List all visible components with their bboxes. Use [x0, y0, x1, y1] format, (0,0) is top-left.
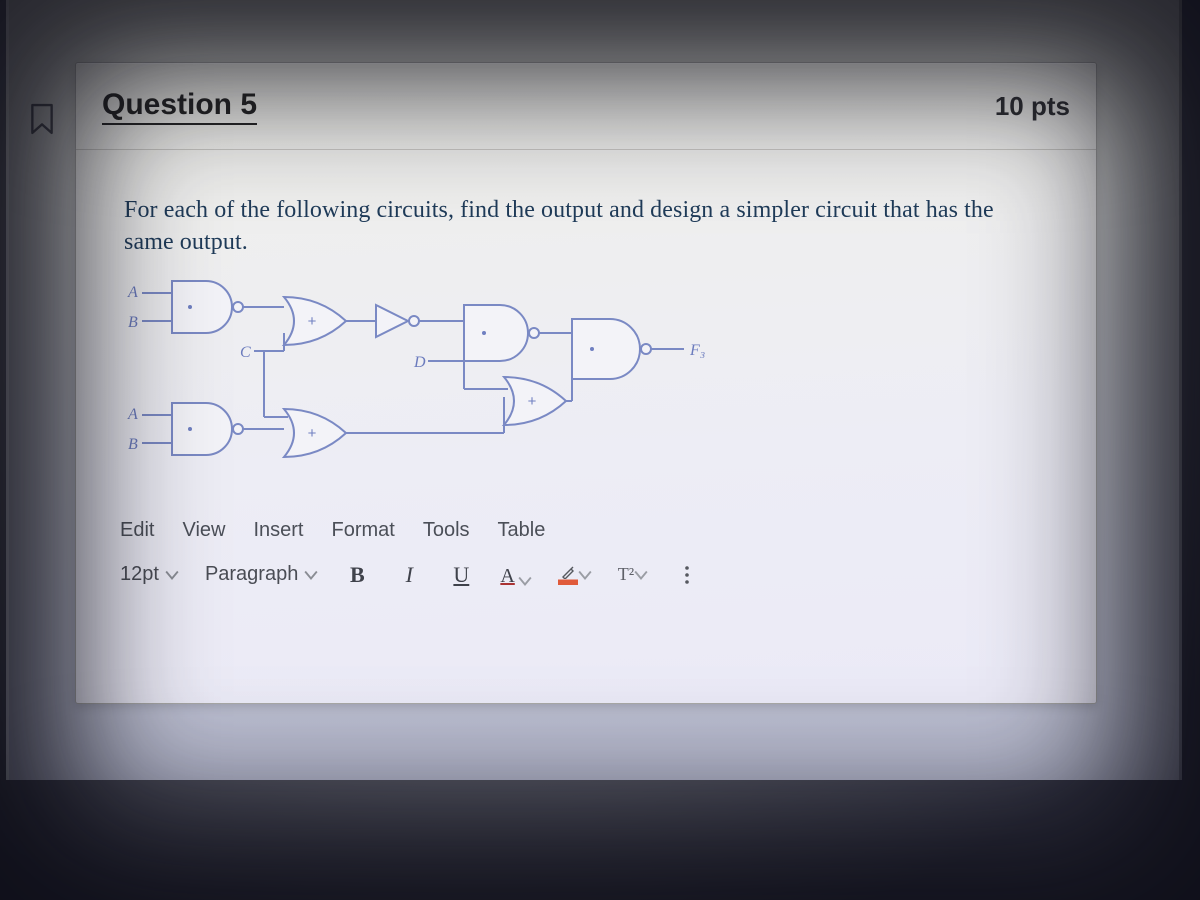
superscript-label: T² [618, 564, 634, 585]
text-color-label: A [500, 565, 514, 588]
editor-menubar: Edit View Insert Format Tools Table [76, 515, 1096, 548]
paragraph-style-select[interactable]: Paragraph [205, 563, 318, 586]
label-A1: A [127, 284, 138, 301]
screen-surface: Question 5 10 pts For each of the follow… [6, 0, 1182, 780]
chevron-down-icon [304, 568, 318, 582]
label-B1: B [128, 314, 138, 331]
menu-insert[interactable]: Insert [253, 519, 303, 542]
question-points: 10 pts [995, 91, 1070, 122]
question-card: Question 5 10 pts For each of the follow… [75, 62, 1097, 704]
svg-text:+: + [308, 313, 317, 330]
kebab-icon [677, 565, 697, 585]
menu-edit[interactable]: Edit [120, 519, 154, 542]
italic-button[interactable]: I [396, 562, 422, 588]
menu-format[interactable]: Format [332, 519, 395, 542]
chevron-down-icon [634, 568, 648, 582]
circuit-diagram: .w { stroke:#7a89c4; stroke-width:2; fil… [76, 271, 1096, 515]
label-D: D [413, 354, 426, 371]
paragraph-style-value: Paragraph [205, 563, 298, 586]
label-output: F₃ [689, 342, 705, 359]
superscript-button[interactable]: T² [618, 562, 648, 588]
bold-button[interactable]: B [344, 562, 370, 588]
bookmark-icon[interactable] [29, 104, 55, 134]
menu-table[interactable]: Table [498, 519, 546, 542]
label-C: C [240, 344, 251, 361]
svg-text:+: + [308, 425, 317, 442]
editor-toolbar: 12pt Paragraph B I U A T² [76, 548, 1096, 588]
more-button[interactable] [674, 562, 700, 588]
menu-tools[interactable]: Tools [423, 519, 470, 542]
question-header: Question 5 10 pts [76, 63, 1096, 150]
svg-text:+: + [528, 393, 537, 410]
underline-button[interactable]: U [448, 562, 474, 588]
label-B2: B [128, 436, 138, 453]
highlight-button[interactable] [558, 562, 592, 588]
question-title: Question 5 [102, 88, 257, 125]
question-prompt: For each of the following circuits, find… [76, 150, 1096, 271]
chevron-down-icon [578, 568, 592, 582]
font-size-select[interactable]: 12pt [120, 563, 179, 586]
text-color-button[interactable]: A [500, 562, 531, 588]
label-A2: A [127, 406, 138, 423]
chevron-down-icon [165, 568, 179, 582]
chevron-down-icon [518, 574, 532, 588]
highlight-icon [558, 565, 578, 585]
menu-view[interactable]: View [182, 519, 225, 542]
font-size-value: 12pt [120, 563, 159, 586]
